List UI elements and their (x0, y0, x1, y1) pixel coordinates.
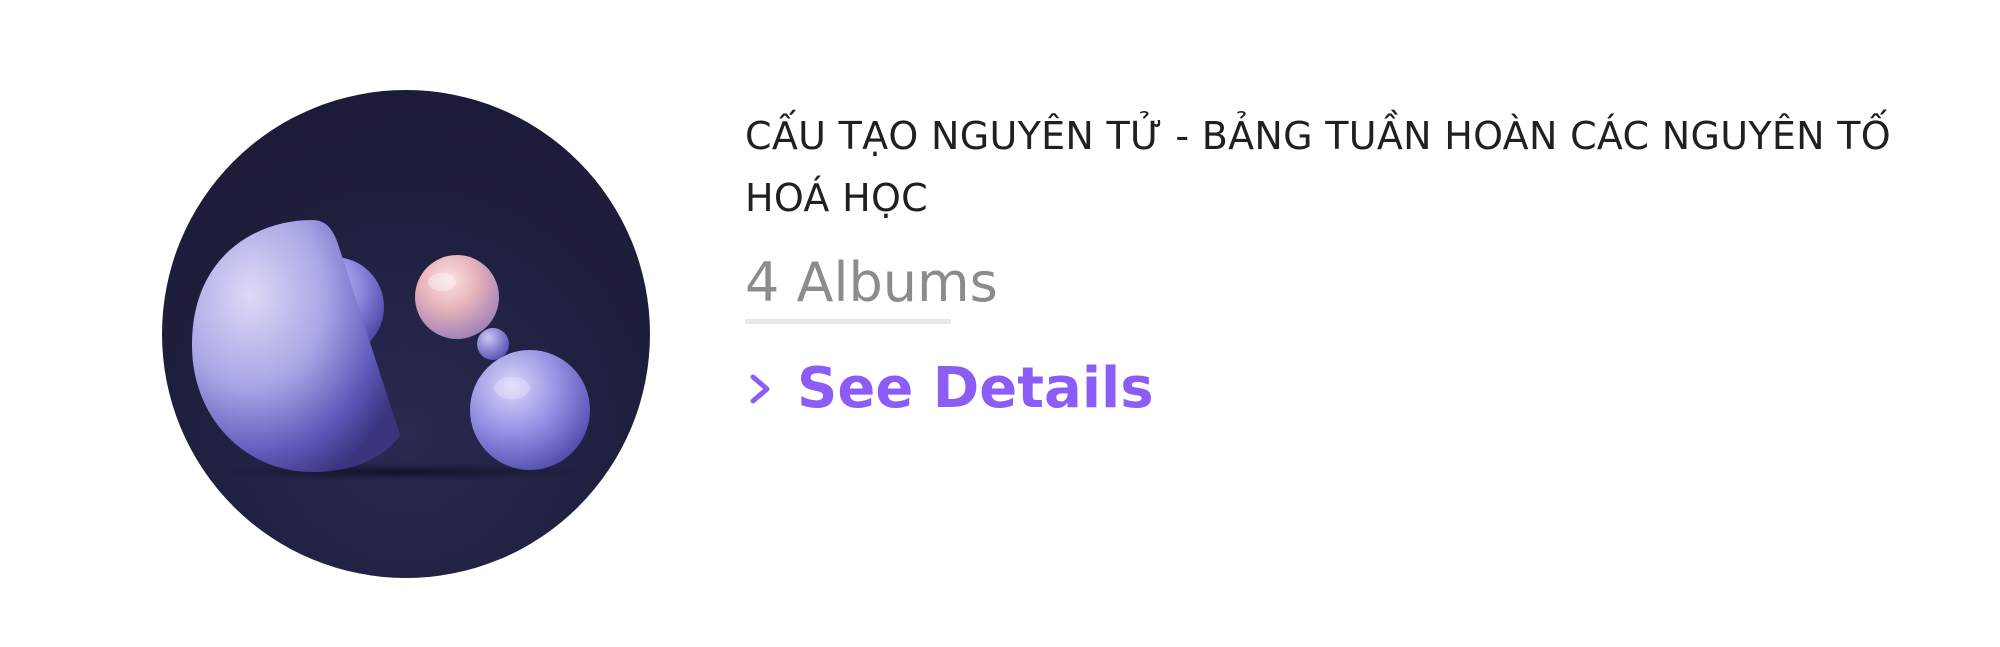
album-count: 4 Albums (745, 251, 998, 314)
see-details-link[interactable]: See Details (745, 354, 1975, 424)
album-count-divider (745, 319, 951, 324)
album-title[interactable]: CẤU TẠO NGUYÊN TỬ - BẢNG TUẦN HOÀN CÁC N… (745, 105, 1975, 229)
abstract-spheres-image (192, 220, 590, 481)
album-info: CẤU TẠO NGUYÊN TỬ - BẢNG TUẦN HOÀN CÁC N… (745, 105, 1975, 424)
album-cover-image[interactable] (162, 90, 650, 578)
album-card: CẤU TẠO NGUYÊN TỬ - BẢNG TUẦN HOÀN CÁC N… (0, 0, 2000, 647)
see-details-label: See Details (797, 356, 1154, 421)
chevron-right-icon (745, 369, 775, 409)
